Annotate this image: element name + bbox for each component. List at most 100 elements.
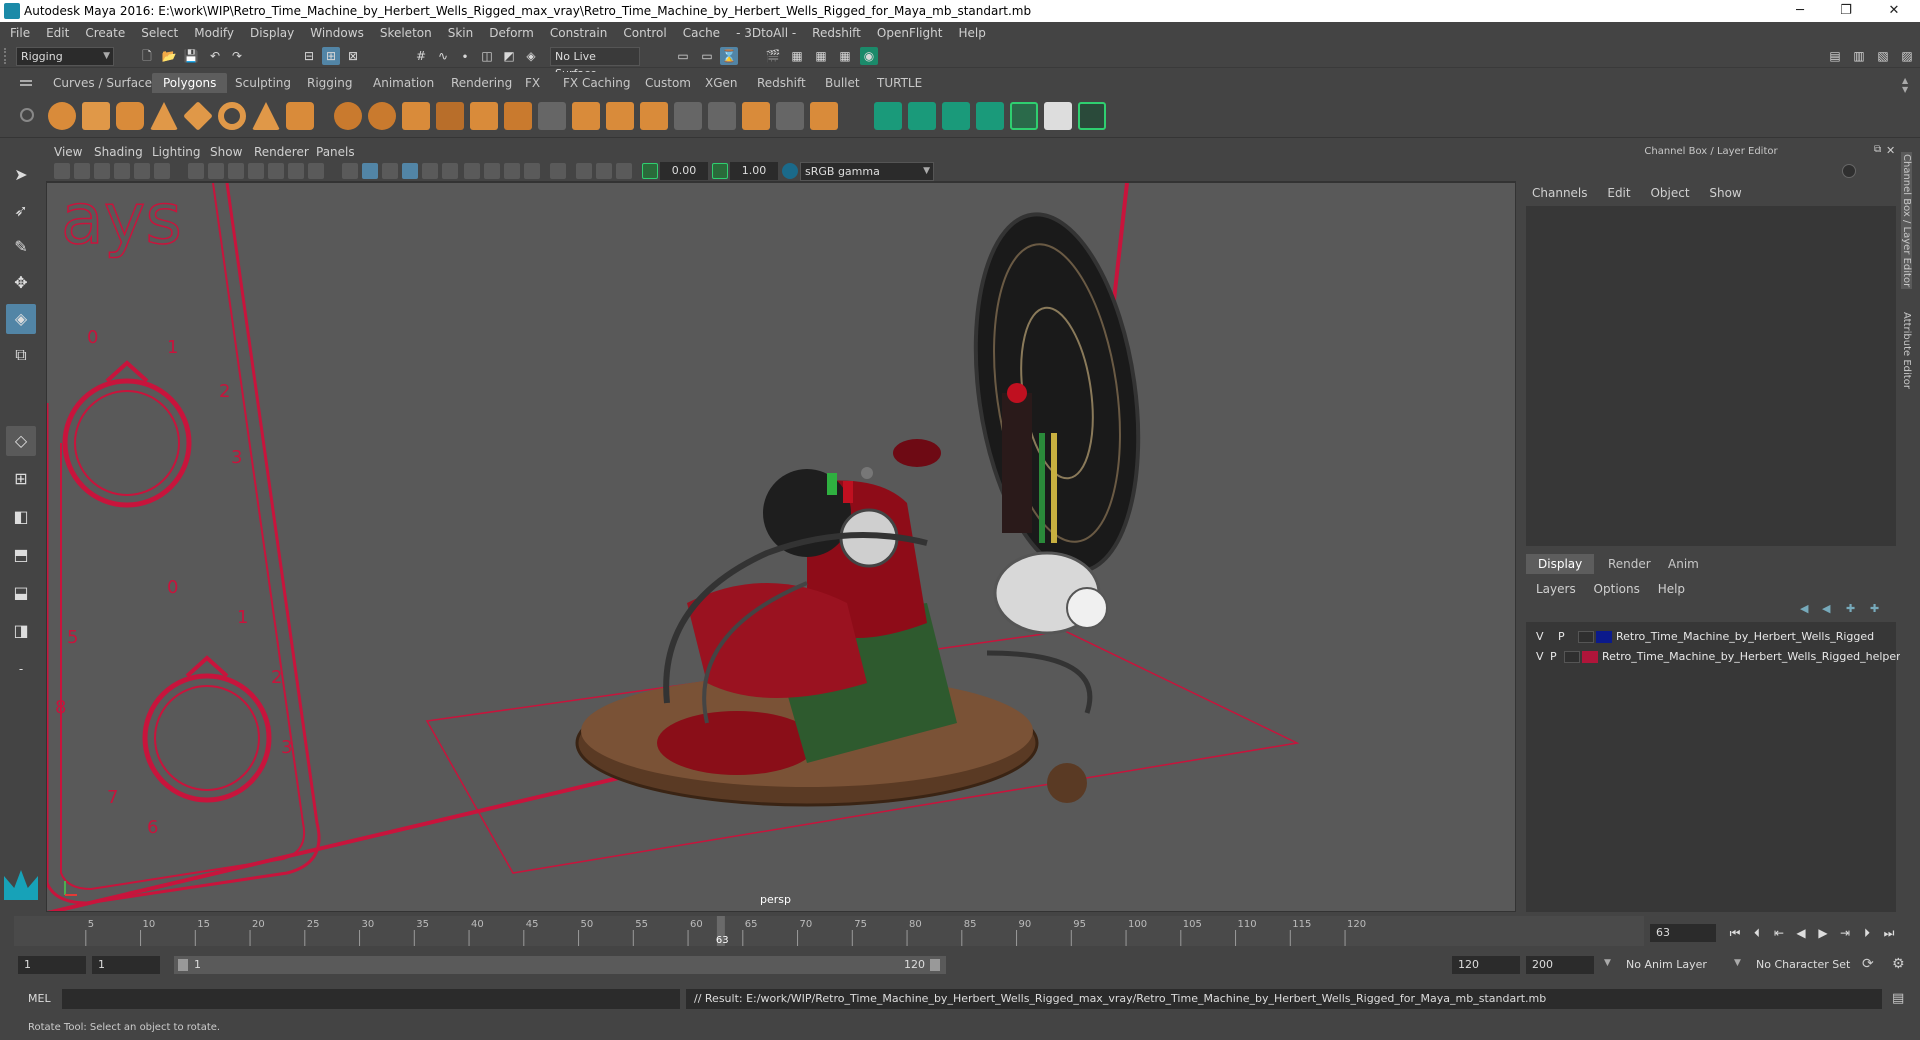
render-current-frame-icon[interactable]: ▦ — [788, 47, 806, 65]
layer-type-toggle[interactable] — [1564, 651, 1580, 663]
workspace-icon[interactable]: ▤ — [1826, 47, 1844, 65]
current-frame-field[interactable]: 63 — [1650, 924, 1716, 942]
playback-start-field[interactable]: 1 — [92, 956, 160, 974]
command-input[interactable] — [62, 989, 680, 1009]
bevel-icon[interactable] — [640, 102, 668, 130]
image-plane-icon[interactable] — [114, 163, 130, 179]
cb-menu-show[interactable]: Show — [1709, 186, 1741, 200]
shelf-tab-animation[interactable]: Animation — [362, 73, 445, 93]
merge-icon[interactable] — [810, 102, 838, 130]
menu-control[interactable]: Control — [623, 26, 666, 40]
grid-icon[interactable] — [188, 163, 204, 179]
camera-attributes-icon[interactable] — [74, 163, 90, 179]
float-panel-icon[interactable]: ⧉ — [1874, 144, 1881, 155]
animation-preferences-icon[interactable]: ⚙ — [1892, 956, 1905, 972]
range-start-handle[interactable] — [178, 959, 188, 971]
exposure-icon[interactable] — [642, 163, 658, 179]
make-live-icon[interactable]: ◈ — [522, 47, 540, 65]
shelf-tab-fx-caching[interactable]: FX Caching — [552, 73, 641, 93]
time-slider[interactable]: 5 10 15 20 25 30 35 40 45 50 55 60 65 70 75 80 85 90 95 100… — [14, 912, 1656, 948]
modeling-toolkit-icon[interactable]: ▨ — [1898, 47, 1916, 65]
bridge-icon[interactable] — [606, 102, 634, 130]
layer-visibility-toggle[interactable]: V — [1536, 648, 1544, 666]
new-layer-icon[interactable]: ✚ — [1846, 602, 1855, 615]
play-backwards-icon[interactable]: ◀ — [1792, 924, 1810, 942]
anti-aliasing-icon[interactable] — [504, 163, 520, 179]
toolbox-more-icon[interactable]: - — [6, 654, 36, 684]
layer-type-toggle[interactable] — [1578, 631, 1594, 643]
poly-plane-icon[interactable] — [183, 101, 213, 131]
layer-tab-render[interactable]: Render — [1596, 554, 1663, 574]
shelf-tab-fx[interactable]: FX — [514, 73, 551, 93]
layer-tab-display[interactable]: Display — [1526, 554, 1595, 574]
new-scene-icon[interactable]: 🗋 — [138, 47, 156, 65]
panel-menu-shading[interactable]: Shading — [94, 145, 143, 159]
layer-menu-help[interactable]: Help — [1658, 582, 1685, 596]
sidebar-toggle-icon[interactable]: ▧ — [1874, 47, 1892, 65]
layer-name[interactable]: Retro_Time_Machine_by_Herbert_Wells_Rigg… — [1602, 648, 1906, 666]
shelf-options-icon[interactable] — [20, 108, 34, 122]
transfer-attributes-icon[interactable] — [1010, 102, 1038, 130]
shelf-menu-icon[interactable] — [20, 80, 32, 82]
go-to-end-icon[interactable]: ⏭ — [1880, 924, 1898, 942]
shelf-tab-bullet[interactable]: Bullet — [814, 73, 871, 93]
shelf-tab-turtle[interactable]: TURTLE — [866, 73, 933, 93]
close-button[interactable]: ✕ — [1874, 2, 1914, 20]
2d-pan-zoom-icon[interactable] — [134, 163, 150, 179]
color-management-icon[interactable] — [782, 163, 798, 179]
menu-edit[interactable]: Edit — [46, 26, 69, 40]
grease-pencil-icon[interactable] — [154, 163, 170, 179]
persp-graph-layout-icon[interactable]: ⬒ — [6, 540, 36, 570]
drag-handle-icon[interactable] — [4, 48, 12, 64]
menu-skin[interactable]: Skin — [448, 26, 474, 40]
panel-menu-panels[interactable]: Panels — [316, 145, 355, 159]
channel-box-area[interactable] — [1526, 206, 1896, 546]
layer-tab-anim[interactable]: Anim — [1656, 554, 1711, 574]
xray-active-components-icon[interactable] — [596, 163, 612, 179]
step-forward-frame-icon[interactable]: ⏵ — [1858, 924, 1876, 942]
perspective-viewport[interactable]: ays 0 1 2 3 0 1 2 3 5 8 7 6 — [46, 182, 1516, 912]
select-hierarchy-icon[interactable]: ⊟ — [300, 47, 318, 65]
new-layer-selected-icon[interactable]: ✚ — [1870, 602, 1879, 615]
menu-modify[interactable]: Modify — [194, 26, 234, 40]
panel-menu-view[interactable]: View — [54, 145, 82, 159]
go-to-start-icon[interactable]: ⏮ — [1726, 924, 1744, 942]
shelf-tab-redshift[interactable]: Redshift — [746, 73, 817, 93]
panel-menu-show[interactable]: Show — [210, 145, 242, 159]
poly-cube-icon[interactable] — [82, 102, 110, 130]
channel-box-settings-icon[interactable] — [1842, 164, 1856, 178]
paint-select-tool-icon[interactable]: ✎ — [6, 232, 36, 262]
character-set-dropdown[interactable]: No Character Set — [1750, 956, 1874, 974]
xray-icon[interactable] — [576, 163, 592, 179]
step-forward-key-icon[interactable]: ⇥ — [1836, 924, 1854, 942]
persp-outliner-layout-icon[interactable]: ◧ — [6, 502, 36, 532]
offset-edge-loop-icon[interactable] — [708, 102, 736, 130]
average-vertices-icon[interactable] — [504, 102, 532, 130]
menu-deform[interactable]: Deform — [489, 26, 534, 40]
poly-prism-icon[interactable] — [252, 102, 280, 130]
scale-tool-icon[interactable]: ⧉ — [6, 340, 36, 370]
planar-mapping-icon[interactable] — [874, 102, 902, 130]
layer-row[interactable]: V P Retro_Time_Machine_by_Herbert_Wells_… — [1530, 648, 1906, 666]
time-ruler[interactable]: 5 10 15 20 25 30 35 40 45 50 55 60 65 70 75 80 85 90 95 100… — [14, 916, 1644, 946]
side-tab-channel-box[interactable]: Channel Box / Layer Editor — [1901, 152, 1912, 290]
undo-icon[interactable]: ↶ — [206, 47, 224, 65]
playback-end-field[interactable]: 120 — [1452, 956, 1520, 974]
shelf-scroll-icon[interactable]: ▲ ▼ — [1902, 76, 1908, 94]
snap-point-icon[interactable]: ∙ — [456, 47, 474, 65]
film-gate-icon[interactable] — [208, 163, 224, 179]
input-ops-icon[interactable]: ▭ — [674, 47, 692, 65]
layer-menu-layers[interactable]: Layers — [1536, 582, 1576, 596]
range-end-handle[interactable] — [930, 959, 940, 971]
poly-pipe-icon[interactable] — [286, 102, 314, 130]
shelf-tab-rigging[interactable]: Rigging — [296, 73, 363, 93]
shelf-tab-polygons[interactable]: Polygons — [152, 73, 228, 93]
depth-of-field-icon[interactable] — [524, 163, 540, 179]
gamma-icon[interactable] — [712, 163, 728, 179]
range-slider[interactable]: 1 120 — [174, 956, 946, 974]
step-back-frame-icon[interactable]: ⏴ — [1748, 924, 1766, 942]
save-scene-icon[interactable]: 💾 — [182, 47, 200, 65]
layer-playback-toggle[interactable]: P — [1558, 628, 1565, 646]
snap-view-icon[interactable]: ◫ — [478, 47, 496, 65]
menu-help[interactable]: Help — [958, 26, 985, 40]
